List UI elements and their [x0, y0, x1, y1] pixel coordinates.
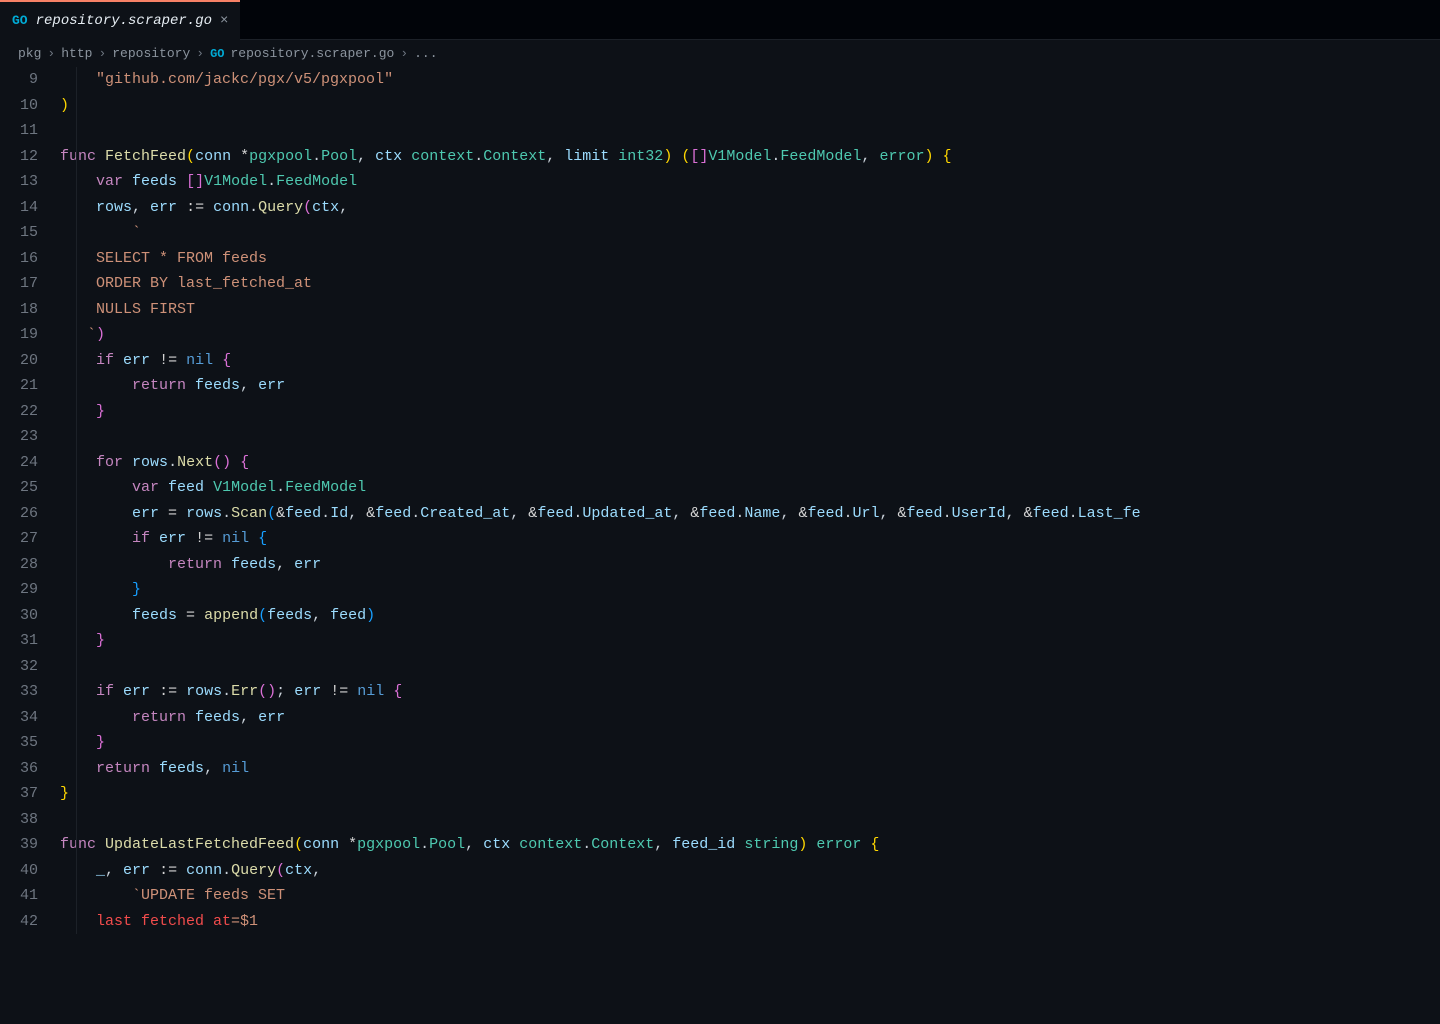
line-number: 33: [0, 679, 38, 705]
go-file-icon: GO: [210, 47, 224, 61]
line-number: 22: [0, 399, 38, 425]
code-line[interactable]: for rows.Next() {: [60, 450, 1440, 476]
code-line[interactable]: [60, 807, 1440, 833]
tab-filename: repository.scraper.go: [36, 13, 212, 29]
line-number: 32: [0, 654, 38, 680]
line-number: 40: [0, 858, 38, 884]
breadcrumb-part[interactable]: http: [61, 46, 92, 61]
chevron-right-icon: ›: [196, 46, 204, 61]
breadcrumb-part[interactable]: repository: [112, 46, 190, 61]
code-line[interactable]: func UpdateLastFetchedFeed(conn *pgxpool…: [60, 832, 1440, 858]
code-line[interactable]: `: [60, 220, 1440, 246]
code-line[interactable]: func FetchFeed(conn *pgxpool.Pool, ctx c…: [60, 144, 1440, 170]
line-number: 9: [0, 67, 38, 93]
line-number: 14: [0, 195, 38, 221]
code-line[interactable]: }: [60, 781, 1440, 807]
line-number: 41: [0, 883, 38, 909]
breadcrumb-overflow[interactable]: ...: [414, 46, 437, 61]
line-number: 36: [0, 756, 38, 782]
code-line[interactable]: feeds = append(feeds, feed): [60, 603, 1440, 629]
line-number: 21: [0, 373, 38, 399]
breadcrumb[interactable]: pkg › http › repository › GO repository.…: [0, 40, 1440, 67]
code-line[interactable]: err = rows.Scan(&feed.Id, &feed.Created_…: [60, 501, 1440, 527]
code-line[interactable]: }: [60, 577, 1440, 603]
code-line[interactable]: return feeds, nil: [60, 756, 1440, 782]
code-line[interactable]: if err != nil {: [60, 348, 1440, 374]
code-line[interactable]: ORDER BY last_fetched_at: [60, 271, 1440, 297]
line-number: 39: [0, 832, 38, 858]
line-number: 19: [0, 322, 38, 348]
chevron-right-icon: ›: [400, 46, 408, 61]
chevron-right-icon: ›: [98, 46, 106, 61]
line-number: 31: [0, 628, 38, 654]
line-number: 10: [0, 93, 38, 119]
code-line[interactable]: [60, 654, 1440, 680]
file-tab[interactable]: GO repository.scraper.go ×: [0, 0, 240, 40]
code-line[interactable]: ): [60, 93, 1440, 119]
code-line[interactable]: "github.com/jackc/pgx/v5/pgxpool": [60, 67, 1440, 93]
code-line[interactable]: }: [60, 730, 1440, 756]
line-number: 37: [0, 781, 38, 807]
line-number: 17: [0, 271, 38, 297]
code-line[interactable]: if err != nil {: [60, 526, 1440, 552]
code-line[interactable]: NULLS FIRST: [60, 297, 1440, 323]
breadcrumb-filename[interactable]: repository.scraper.go: [230, 46, 394, 61]
line-number: 20: [0, 348, 38, 374]
line-number: 38: [0, 807, 38, 833]
line-number: 28: [0, 552, 38, 578]
line-number: 30: [0, 603, 38, 629]
tab-bar: GO repository.scraper.go ×: [0, 0, 1440, 40]
line-number: 34: [0, 705, 38, 731]
line-number: 42: [0, 909, 38, 935]
close-icon[interactable]: ×: [220, 13, 228, 29]
line-number: 12: [0, 144, 38, 170]
line-number: 18: [0, 297, 38, 323]
code-line[interactable]: _, err := conn.Query(ctx,: [60, 858, 1440, 884]
line-number: 16: [0, 246, 38, 272]
code-line[interactable]: rows, err := conn.Query(ctx,: [60, 195, 1440, 221]
line-number: 13: [0, 169, 38, 195]
line-number: 11: [0, 118, 38, 144]
line-number: 15: [0, 220, 38, 246]
line-number-gutter: 9101112131415161718192021222324252627282…: [0, 67, 60, 934]
breadcrumb-part[interactable]: pkg: [18, 46, 41, 61]
line-number: 27: [0, 526, 38, 552]
code-line[interactable]: `): [60, 322, 1440, 348]
code-line[interactable]: return feeds, err: [60, 552, 1440, 578]
line-number: 29: [0, 577, 38, 603]
code-line[interactable]: return feeds, err: [60, 705, 1440, 731]
code-line[interactable]: return feeds, err: [60, 373, 1440, 399]
go-file-icon: GO: [12, 13, 28, 28]
code-line[interactable]: }: [60, 628, 1440, 654]
code-line[interactable]: SELECT * FROM feeds: [60, 246, 1440, 272]
line-number: 26: [0, 501, 38, 527]
line-number: 23: [0, 424, 38, 450]
code-line[interactable]: `UPDATE feeds SET: [60, 883, 1440, 909]
code-line[interactable]: if err := rows.Err(); err != nil {: [60, 679, 1440, 705]
code-line[interactable]: var feeds []V1Model.FeedModel: [60, 169, 1440, 195]
indent-guide: [76, 67, 77, 934]
code-line[interactable]: [60, 424, 1440, 450]
code-line[interactable]: var feed V1Model.FeedModel: [60, 475, 1440, 501]
code-editor[interactable]: 9101112131415161718192021222324252627282…: [0, 67, 1440, 934]
code-content[interactable]: "github.com/jackc/pgx/v5/pgxpool") func F…: [60, 67, 1440, 934]
code-line[interactable]: last fetched at=$1: [60, 909, 1440, 935]
line-number: 24: [0, 450, 38, 476]
line-number: 25: [0, 475, 38, 501]
code-line[interactable]: }: [60, 399, 1440, 425]
code-line[interactable]: [60, 118, 1440, 144]
chevron-right-icon: ›: [47, 46, 55, 61]
line-number: 35: [0, 730, 38, 756]
